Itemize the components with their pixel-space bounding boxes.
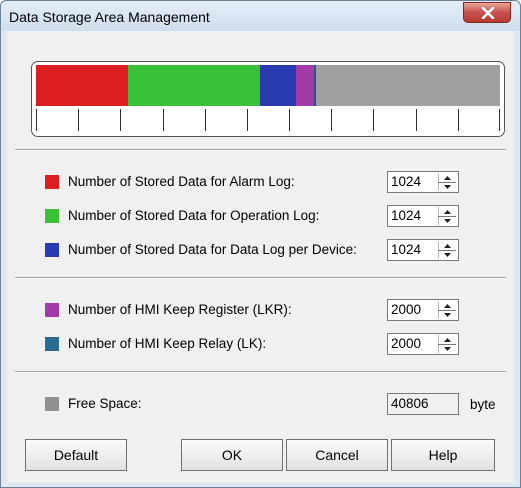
- scale-tick: [289, 109, 290, 131]
- scale-tick: [78, 109, 79, 131]
- alarm-log-label: Number of Stored Data for Alarm Log:: [68, 174, 295, 189]
- storage-bar-ticks: [36, 109, 500, 131]
- data-log-color-swatch: [45, 243, 59, 257]
- free-space-field: 40806: [387, 393, 459, 415]
- spin-down-icon[interactable]: [438, 217, 457, 226]
- keep-relay-label: Number of HMI Keep Relay (LK):: [68, 336, 267, 351]
- free-space-value: 40806: [391, 396, 429, 411]
- free-space-unit: byte: [470, 397, 496, 412]
- spin-down-icon[interactable]: [438, 311, 457, 320]
- keep-relay-spinbox[interactable]: 2000: [387, 333, 459, 355]
- storage-segment-alarm-log: [36, 65, 128, 106]
- free-space-color-swatch: [45, 397, 59, 411]
- data-log-spinbox[interactable]: 1024: [387, 239, 459, 261]
- default-button[interactable]: Default: [25, 439, 127, 471]
- keep-register-color-swatch: [45, 303, 59, 317]
- scale-tick: [331, 109, 332, 131]
- keep-register-value[interactable]: 2000: [391, 302, 421, 317]
- cancel-button[interactable]: Cancel: [286, 439, 388, 471]
- scale-tick: [458, 109, 459, 131]
- alarm-log-spinbox[interactable]: 1024: [387, 171, 459, 193]
- free-space-label: Free Space:: [68, 396, 142, 411]
- help-button[interactable]: Help: [391, 439, 495, 471]
- scale-tick: [499, 109, 500, 131]
- storage-segment-data-log: [260, 65, 296, 106]
- storage-usage-bar: [31, 61, 505, 137]
- alarm-log-color-swatch: [45, 175, 59, 189]
- ok-button[interactable]: OK: [181, 439, 283, 471]
- data-log-label: Number of Stored Data for Data Log per D…: [68, 242, 357, 257]
- data-log-value[interactable]: 1024: [391, 242, 421, 257]
- separator: [15, 371, 506, 373]
- separator: [15, 149, 506, 151]
- close-button[interactable]: [463, 2, 511, 23]
- dialog-window: Data Storage Area Management Number of S…: [0, 0, 521, 488]
- keep-relay-value[interactable]: 2000: [391, 336, 421, 351]
- keep-register-spinbox[interactable]: 2000: [387, 299, 459, 321]
- operation-log-spinbox[interactable]: 1024: [387, 205, 459, 227]
- scale-tick: [205, 109, 206, 131]
- spin-down-icon[interactable]: [438, 345, 457, 354]
- scale-tick: [163, 109, 164, 131]
- spin-down-icon[interactable]: [438, 183, 457, 192]
- title-bar[interactable]: Data Storage Area Management: [1, 1, 520, 31]
- spin-up-icon[interactable]: [438, 241, 457, 250]
- scale-tick: [36, 109, 37, 131]
- operation-log-label: Number of Stored Data for Operation Log:: [68, 208, 320, 223]
- scale-tick: [416, 109, 417, 131]
- keep-relay-color-swatch: [45, 337, 59, 351]
- keep-register-label: Number of HMI Keep Register (LKR):: [68, 302, 292, 317]
- window-title: Data Storage Area Management: [9, 9, 210, 25]
- scale-tick: [373, 109, 374, 131]
- operation-log-color-swatch: [45, 209, 59, 223]
- spin-up-icon[interactable]: [438, 173, 457, 182]
- spin-down-icon[interactable]: [438, 251, 457, 260]
- operation-log-value[interactable]: 1024: [391, 208, 421, 223]
- dialog-body: Number of Stored Data for Alarm Log: 102…: [7, 31, 514, 483]
- close-icon: [481, 7, 495, 19]
- storage-segment-operation-log: [128, 65, 260, 106]
- spin-up-icon[interactable]: [438, 207, 457, 216]
- storage-segment-keep-register: [296, 65, 314, 106]
- scale-tick: [120, 109, 121, 131]
- storage-segment-free-space: [316, 65, 500, 106]
- spin-up-icon[interactable]: [438, 335, 457, 344]
- spin-up-icon[interactable]: [438, 301, 457, 310]
- separator: [15, 277, 506, 279]
- scale-tick: [247, 109, 248, 131]
- alarm-log-value[interactable]: 1024: [391, 174, 421, 189]
